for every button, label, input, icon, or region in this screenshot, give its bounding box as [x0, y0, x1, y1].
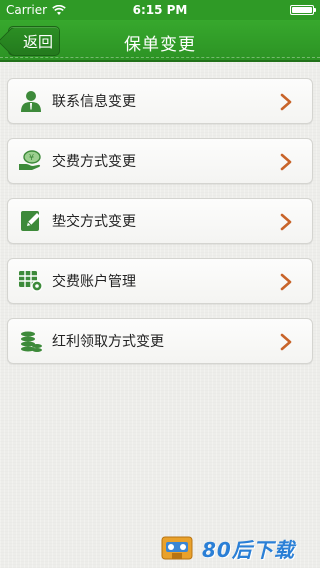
- menu-item-label: 交费方式变更: [52, 154, 136, 170]
- menu-list: 联系信息变更 ¥ 交费方式变更 垫交方式变更 交费账户管理 红利领取方式变更: [7, 78, 313, 378]
- navigation-bar: 返回 保单变更: [0, 20, 320, 62]
- chevron-right-icon: [280, 333, 292, 351]
- chevron-right-icon: [280, 153, 292, 171]
- chevron-right-icon: [280, 213, 292, 231]
- battery-icon: [290, 5, 316, 15]
- menu-item-label: 联系信息变更: [52, 94, 136, 110]
- menu-item-payment-account-management[interactable]: 交费账户管理: [7, 258, 313, 304]
- menu-item-dividend-collection-change[interactable]: 红利领取方式变更: [7, 318, 313, 364]
- status-bar: Carrier 6:15 PM: [0, 0, 320, 20]
- menu-item-advance-payment-change[interactable]: 垫交方式变更: [7, 198, 313, 244]
- svg-text:¥: ¥: [29, 153, 34, 162]
- watermark-logo: 80后下载: [160, 533, 318, 563]
- payment-hand-icon: ¥: [18, 148, 44, 174]
- menu-item-contact-info-change[interactable]: 联系信息变更: [7, 78, 313, 124]
- menu-item-label: 垫交方式变更: [52, 214, 136, 230]
- menu-item-label: 红利领取方式变更: [52, 334, 164, 350]
- chevron-right-icon: [280, 93, 292, 111]
- chevron-right-icon: [280, 273, 292, 291]
- menu-item-payment-method-change[interactable]: ¥ 交费方式变更: [7, 138, 313, 184]
- cassette-logo-icon: [161, 536, 193, 560]
- coin-stack-icon: [18, 328, 44, 354]
- account-settings-icon: [18, 268, 44, 294]
- edit-note-icon: [18, 208, 44, 234]
- watermark-text: 80后下载: [202, 537, 295, 562]
- menu-item-label: 交费账户管理: [52, 274, 136, 290]
- back-button[interactable]: 返回: [8, 26, 60, 56]
- status-time: 6:15 PM: [132, 3, 188, 17]
- contact-person-icon: [18, 88, 44, 114]
